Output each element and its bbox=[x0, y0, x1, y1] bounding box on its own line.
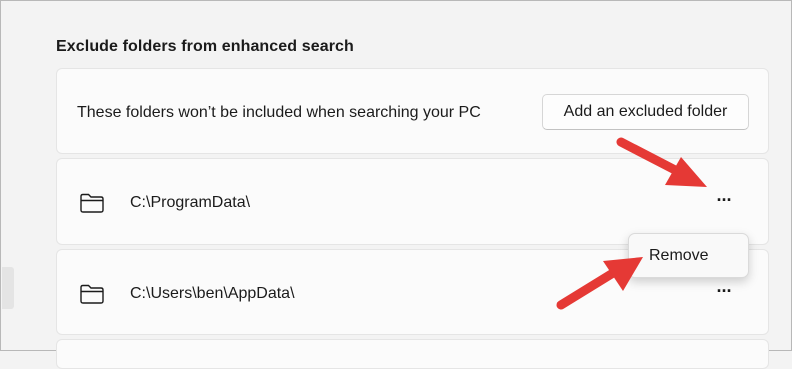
section-title: Exclude folders from enhanced search bbox=[56, 38, 354, 55]
folder-icon bbox=[80, 284, 104, 304]
settings-panel: Exclude folders from enhanced search The… bbox=[0, 0, 792, 369]
remove-menu-item[interactable]: Remove bbox=[633, 238, 744, 273]
scrollbar[interactable] bbox=[2, 267, 14, 309]
more-options-icon[interactable]: ··· bbox=[711, 282, 737, 306]
more-options-icon[interactable]: ··· bbox=[711, 191, 737, 215]
add-excluded-folder-button[interactable]: Add an excluded folder bbox=[542, 94, 749, 130]
exclude-folders-description: These folders won’t be included when sea… bbox=[77, 104, 481, 121]
folder-context-menu: Remove bbox=[628, 233, 749, 278]
folder-path: C:\ProgramData\ bbox=[130, 194, 251, 211]
excluded-folder-row-partial bbox=[56, 339, 769, 369]
folder-icon bbox=[80, 193, 104, 213]
exclude-folders-header-card: These folders won’t be included when sea… bbox=[56, 68, 769, 154]
folder-path: C:\Users\ben\AppData\ bbox=[130, 285, 295, 302]
excluded-folder-row: C:\ProgramData\ ··· bbox=[56, 158, 769, 245]
